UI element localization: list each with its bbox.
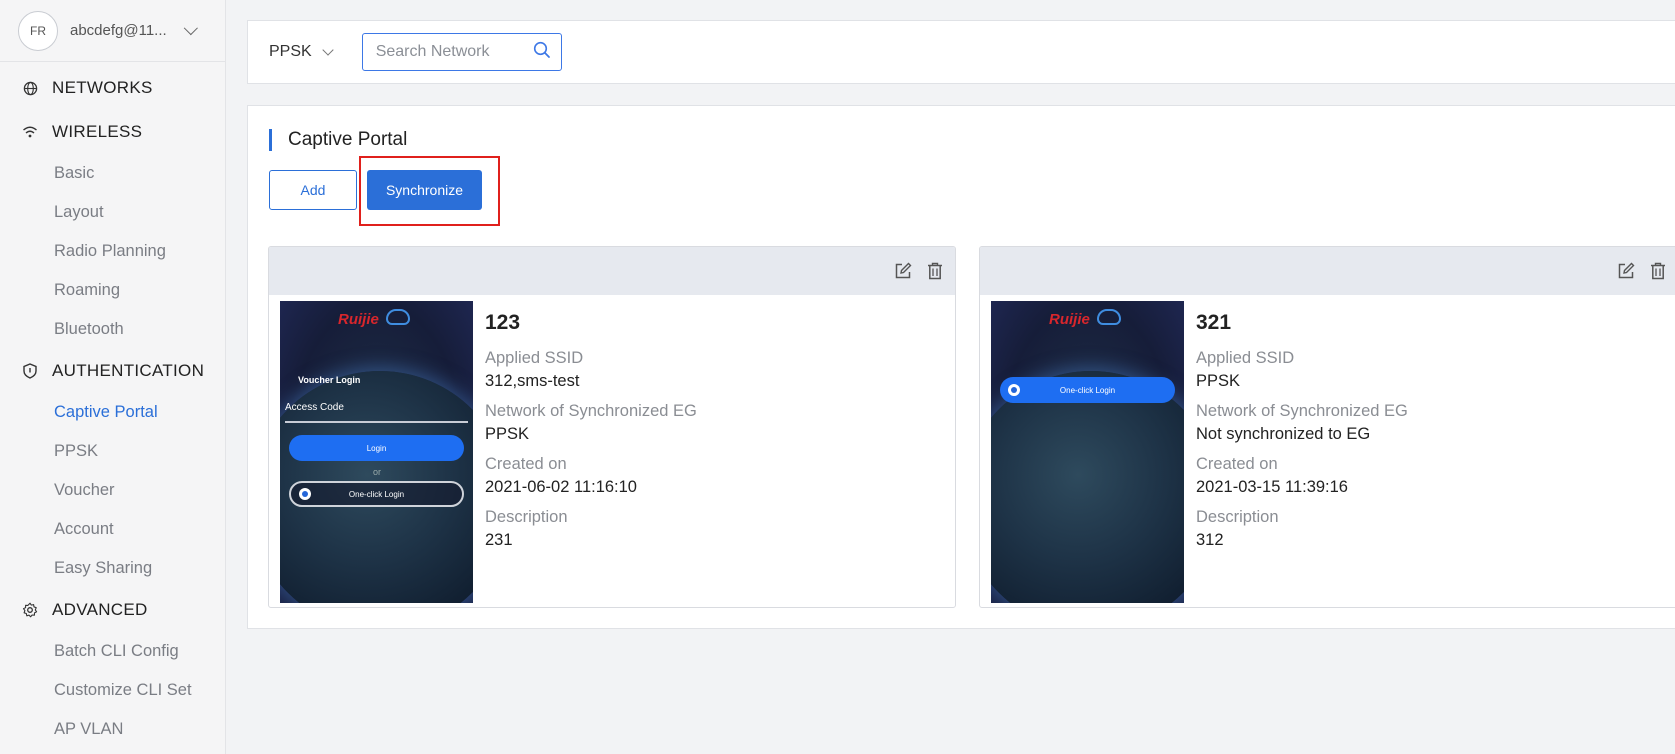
sidebar-item-layout[interactable]: Layout: [0, 193, 225, 232]
nav-group-label: AUTHENTICATION: [52, 361, 205, 380]
applied-ssid-label: Applied SSID: [1196, 349, 1295, 367]
nav-group-authentication[interactable]: AUTHENTICATION: [0, 349, 225, 393]
sidebar-item-ppsk[interactable]: PPSK: [0, 432, 225, 471]
nav-group-label: NETWORKS: [52, 78, 153, 97]
applied-ssid-label: Applied SSID: [485, 349, 584, 367]
applied-ssid-value: 312,sms-test: [485, 372, 580, 390]
brand-logo: Ruijie: [338, 311, 379, 328]
network-label: Network of Synchronized EG: [485, 402, 697, 420]
network-value: Not synchronized to EG: [1196, 425, 1371, 443]
synchronize-button[interactable]: Synchronize: [367, 170, 482, 210]
add-button[interactable]: Add: [269, 170, 357, 210]
gear-icon: [22, 602, 38, 618]
cloud-icon: [1097, 309, 1121, 325]
chevron-down-icon[interactable]: [183, 20, 198, 35]
user-name[interactable]: abcdefg@11...: [70, 22, 167, 39]
portal-card: Ruijie Voucher Login Access Code Login o…: [268, 246, 956, 608]
sidebar-item-bluetooth[interactable]: Bluetooth: [0, 310, 225, 349]
description-label: Description: [485, 508, 568, 526]
sidebar-item-radio-planning[interactable]: Radio Planning: [0, 232, 225, 271]
avatar[interactable]: FR: [18, 10, 58, 51]
sidebar-item-account[interactable]: Account: [0, 510, 225, 549]
sidebar: FR abcdefg@11... NETWORKS WIRELESS Basic…: [0, 0, 226, 754]
circle-icon: [1008, 384, 1020, 396]
preview-or: or: [373, 467, 382, 477]
nav-group-advanced[interactable]: ADVANCED: [0, 588, 225, 632]
preview-one-click-button: One-click Login: [289, 481, 464, 507]
applied-ssid-value: PPSK: [1196, 372, 1241, 390]
sidebar-item-ap-vlan[interactable]: AP VLAN: [0, 710, 225, 749]
portal-name: 123: [485, 311, 521, 334]
sidebar-item-captive-portal[interactable]: Captive Portal: [0, 393, 225, 432]
sidebar-item-voucher[interactable]: Voucher: [0, 471, 225, 510]
card-header: [980, 247, 1675, 295]
preview-one-click-label: One-click Login: [1059, 385, 1116, 395]
portal-card: Ruijie One-click Login 321 Applied SSID …: [979, 246, 1675, 608]
preview-access-code: Access Code: [285, 402, 344, 413]
chevron-down-icon: [322, 43, 334, 56]
brand-logo: Ruijie: [1049, 311, 1090, 328]
network-select-value: PPSK: [269, 43, 312, 60]
user-menu[interactable]: FR abcdefg@11...: [0, 0, 225, 62]
nav-group-wireless[interactable]: WIRELESS: [0, 110, 225, 154]
sidebar-item-roaming[interactable]: Roaming: [0, 271, 225, 310]
portal-preview-image[interactable]: Ruijie Voucher Login Access Code Login o…: [280, 301, 473, 603]
search-input[interactable]: [375, 43, 533, 61]
sidebar-item-customize-cli-set[interactable]: Customize CLI Set: [0, 671, 225, 710]
trash-icon[interactable]: [925, 261, 945, 281]
created-value: 2021-06-02 11:16:10: [485, 478, 637, 496]
portal-info: 321 Applied SSID PPSK Network of Synchro…: [1196, 311, 1408, 561]
wifi-icon: [22, 124, 38, 140]
shield-icon: [22, 363, 38, 379]
portal-name: 321: [1196, 311, 1232, 334]
search-icon[interactable]: [533, 41, 551, 64]
sidebar-item-basic[interactable]: Basic: [0, 154, 225, 193]
portal-info: 123 Applied SSID 312,sms-test Network of…: [485, 311, 697, 561]
created-label: Created on: [1196, 455, 1278, 473]
preview-one-click-button: One-click Login: [1000, 377, 1175, 403]
network-toolbar: PPSK: [247, 20, 1675, 84]
sidebar-item-easy-sharing[interactable]: Easy Sharing: [0, 549, 225, 588]
preview-voucher-login: Voucher Login: [298, 375, 361, 385]
edit-icon[interactable]: [1616, 261, 1636, 281]
nav-group-label: ADVANCED: [52, 600, 148, 619]
preview-login-label: Login: [366, 443, 387, 453]
edit-icon[interactable]: [893, 261, 913, 281]
globe-icon: [22, 80, 38, 96]
portal-preview-image[interactable]: Ruijie One-click Login: [991, 301, 1184, 603]
globe-image: [991, 371, 1184, 603]
nav-group-label: WIRELESS: [52, 122, 143, 141]
nav-group-networks[interactable]: NETWORKS: [0, 66, 225, 110]
created-value: 2021-03-15 11:39:16: [1196, 478, 1348, 496]
description-value: 231: [485, 531, 513, 549]
trash-icon[interactable]: [1648, 261, 1668, 281]
circle-icon: [299, 488, 311, 500]
preview-input-line: [285, 421, 468, 423]
preview-one-click-label: One-click Login: [348, 489, 405, 499]
cloud-icon: [386, 309, 410, 325]
card-header: [269, 247, 955, 295]
search-box[interactable]: [361, 33, 562, 71]
preview-login-button: Login: [289, 435, 464, 461]
description-value: 312: [1196, 531, 1224, 549]
sidebar-item-batch-cli-config[interactable]: Batch CLI Config: [0, 632, 225, 671]
captive-portal-panel: Captive Portal Add Synchronize Ruijie Vo…: [247, 105, 1675, 629]
network-select[interactable]: PPSK: [269, 43, 334, 61]
network-value: PPSK: [485, 425, 530, 443]
page-title: Captive Portal: [269, 129, 407, 151]
description-label: Description: [1196, 508, 1279, 526]
network-label: Network of Synchronized EG: [1196, 402, 1408, 420]
created-label: Created on: [485, 455, 567, 473]
